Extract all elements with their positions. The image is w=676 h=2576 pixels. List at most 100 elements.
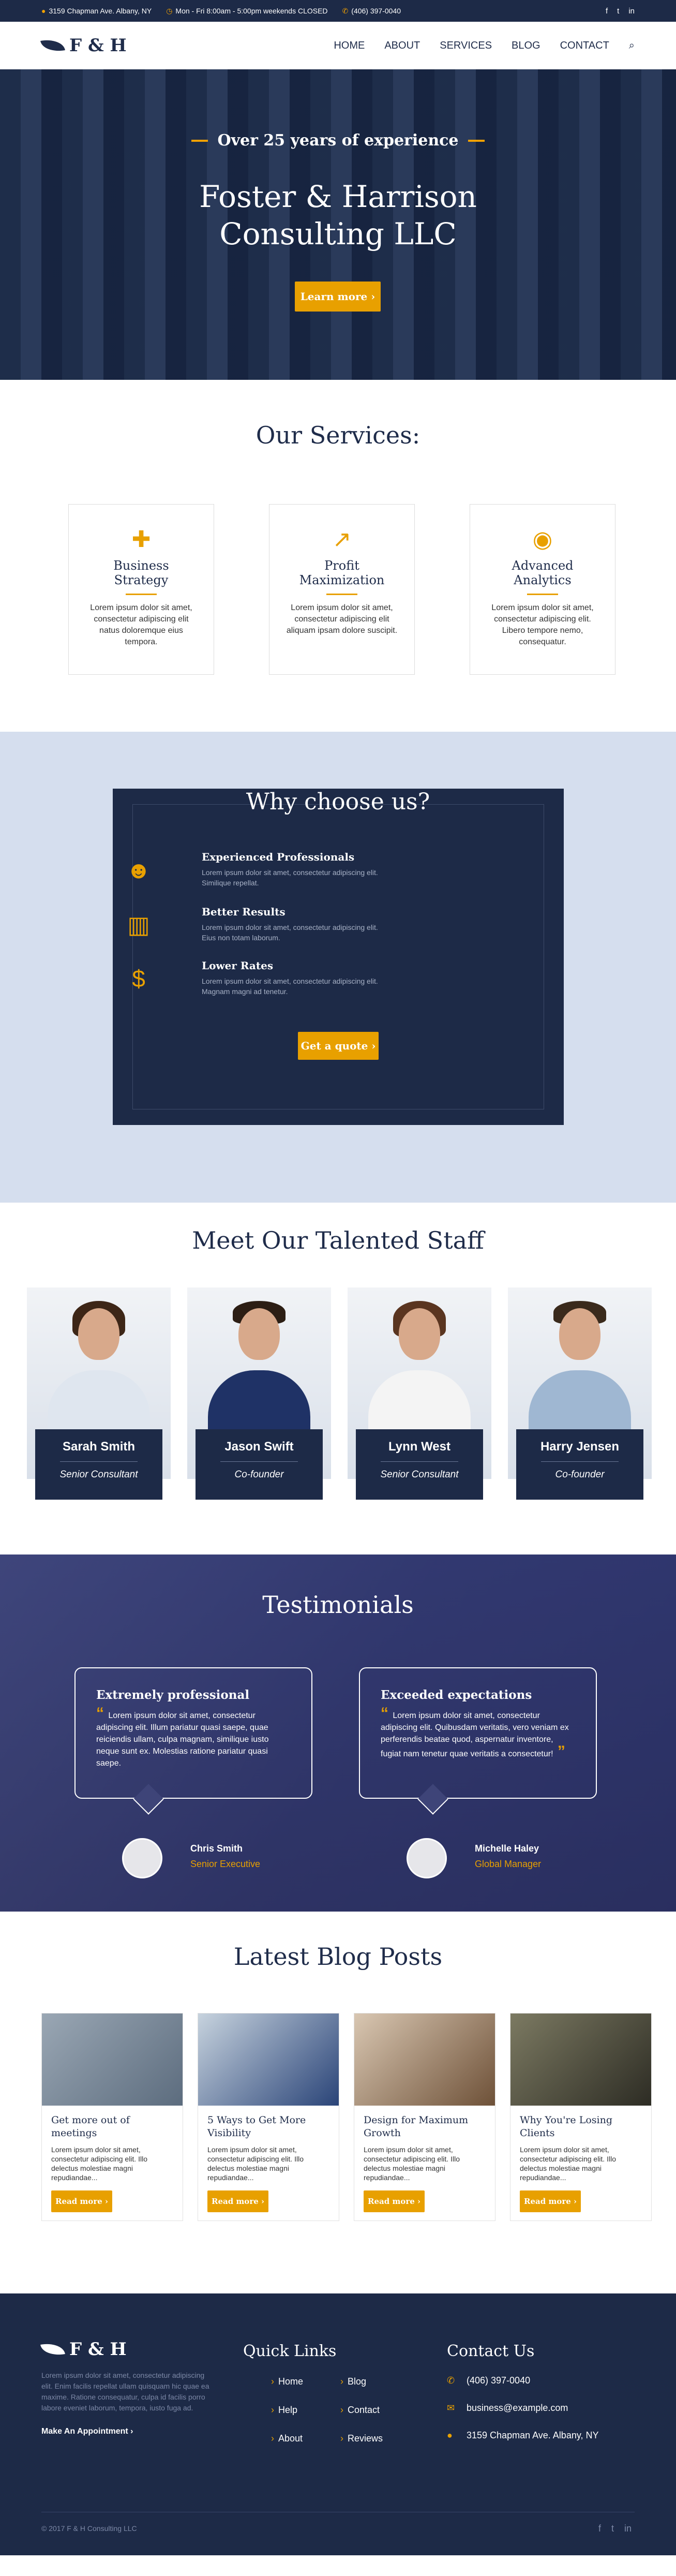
staff-card[interactable]: Harry Jensen Co-founder <box>508 1287 652 1500</box>
divider-line <box>527 594 558 595</box>
divider-line <box>126 594 157 595</box>
footer-address: ● 3159 Chapman Ave. Albany, NY <box>447 2430 599 2440</box>
testimonial-bubble: Exceeded expectations “ Lorem ipsum dolo… <box>359 1667 597 1815</box>
read-more-button[interactable]: Read more › <box>520 2190 581 2212</box>
staff-label: Harry Jensen Co-founder <box>516 1429 643 1500</box>
twitter-icon[interactable]: t <box>617 7 619 16</box>
read-more-button[interactable]: Read more › <box>364 2190 425 2212</box>
read-more-button[interactable]: Read more › <box>51 2190 112 2212</box>
staff-card[interactable]: Jason Swift Co-founder <box>187 1287 331 1500</box>
divider-line <box>381 1461 458 1462</box>
quote-icon: “ <box>381 1705 393 1722</box>
section-title: Why choose us? <box>246 789 430 815</box>
footer-link-contact[interactable]: › Contact <box>340 2405 413 2416</box>
users-icon: ☻ <box>126 856 152 883</box>
hero-title: Foster & Harrison Consulting LLC <box>199 179 477 251</box>
bubble-tail <box>417 1784 448 1815</box>
map-pin-icon: ● <box>41 7 46 15</box>
divider-line <box>326 594 357 595</box>
blog-image <box>198 2014 339 2106</box>
bar-chart-icon: ▥ <box>127 911 150 938</box>
hours-info: ◷ Mon - Fri 8:00am - 5:00pm weekends CLOS… <box>166 6 328 15</box>
blog-card[interactable]: Get more out of meetings Lorem ipsum dol… <box>41 2013 183 2221</box>
services-section: Our Services: ✚ Business Strategy Lorem i… <box>0 380 676 732</box>
staff-section: Meet Our Talented Staff Sarah Smith Seni… <box>0 1203 676 1555</box>
divider-line <box>191 139 208 142</box>
leaf-icon <box>40 37 65 54</box>
blog-card[interactable]: Why You're Losing Clients Lorem ipsum do… <box>510 2013 652 2221</box>
hero-tagline: Over 25 years of experience <box>0 131 676 150</box>
divider-line <box>468 139 485 142</box>
staff-card[interactable]: Sarah Smith Senior Consultant <box>27 1287 171 1500</box>
eye-icon: ◉ <box>532 527 553 552</box>
phone-icon: ✆ <box>447 2375 455 2386</box>
blog-image <box>42 2014 183 2106</box>
service-card[interactable]: ✚ Business Strategy Lorem ipsum dolor sit… <box>68 504 214 675</box>
bubble-tail <box>133 1784 164 1815</box>
twitter-icon[interactable]: t <box>611 2523 614 2534</box>
linkedin-icon[interactable]: in <box>624 2523 632 2534</box>
footer-link-reviews[interactable]: › Reviews <box>340 2433 413 2444</box>
make-appointment-link[interactable]: Make An Appointment › <box>41 2427 212 2436</box>
chevron-right-icon: › <box>340 2433 343 2444</box>
why-item: $ Lower Rates Lorem ipsum dolor sit amet… <box>123 959 413 1006</box>
logo[interactable]: F & H <box>40 35 127 56</box>
section-title: Testimonials <box>262 1591 414 1619</box>
footer-email[interactable]: ✉ business@example.com <box>447 2403 599 2414</box>
divider-line <box>220 1461 298 1462</box>
get-quote-button[interactable]: Get a quote › <box>298 1032 379 1060</box>
footer-logo[interactable]: F & H <box>40 2339 212 2360</box>
footer: F & H Lorem ipsum dolor sit amet, consec… <box>0 2293 676 2555</box>
service-card[interactable]: ↗ Profit Maximization Lorem ipsum dolor s… <box>269 504 415 675</box>
footer-phone[interactable]: ✆ (406) 397-0040 <box>447 2375 599 2386</box>
clock-icon: ◷ <box>166 6 173 15</box>
search-icon[interactable]: ⌕ <box>629 40 635 52</box>
footer-about: Lorem ipsum dolor sit amet, consectetur … <box>41 2371 209 2412</box>
quote-icon: “ <box>96 1705 109 1722</box>
contact-us-title: Contact Us <box>447 2342 535 2360</box>
envelope-icon: ✉ <box>447 2403 455 2413</box>
chart-line-icon: ↗ <box>332 527 352 552</box>
read-more-button[interactable]: Read more › <box>207 2190 268 2212</box>
why-choose-us-section: Why choose us? ☻ Experienced Professiona… <box>0 732 676 1203</box>
leaf-icon <box>40 2341 65 2358</box>
main-navbar: F & H HOME ABOUT SERVICES BLOG CONTACT ⌕ <box>0 22 676 69</box>
footer-link-about[interactable]: › About <box>271 2433 340 2444</box>
staff-card[interactable]: Lynn West Senior Consultant <box>348 1287 491 1500</box>
why-box <box>113 789 564 1125</box>
phone-info[interactable]: ✆ (406) 397-0040 <box>342 7 401 16</box>
linkedin-icon[interactable]: in <box>628 7 635 16</box>
why-item: ☻ Experienced Professionals Lorem ipsum … <box>123 851 413 897</box>
facebook-icon[interactable]: f <box>598 2523 601 2534</box>
blog-image <box>510 2014 651 2106</box>
footer-link-help[interactable]: › Help <box>271 2405 340 2416</box>
nav-home[interactable]: HOME <box>334 40 365 52</box>
chevron-right-icon: › <box>271 2433 274 2444</box>
nav-blog[interactable]: BLOG <box>512 40 540 52</box>
footer-link-blog[interactable]: › Blog <box>340 2376 413 2387</box>
testimonials-section: Testimonials Extremely professional “ Lo… <box>0 1555 676 1912</box>
nav-about[interactable]: ABOUT <box>384 40 420 52</box>
nav-services[interactable]: SERVICES <box>440 40 492 52</box>
why-item: ▥ Better Results Lorem ipsum dolor sit a… <box>123 906 413 952</box>
puzzle-icon: ✚ <box>131 527 151 552</box>
facebook-icon[interactable]: f <box>606 7 608 16</box>
staff-label: Jason Swift Co-founder <box>196 1429 323 1500</box>
contact-info: ✆ (406) 397-0040 ✉ business@example.com ● 3… <box>447 2375 599 2457</box>
avatar <box>122 1838 162 1878</box>
map-pin-icon: ● <box>447 2430 453 2440</box>
chevron-right-icon: › <box>271 2405 274 2415</box>
footer-link-home[interactable]: › Home <box>271 2376 340 2387</box>
blog-card[interactable]: Design for Maximum Growth Lorem ipsum do… <box>354 2013 495 2221</box>
blog-card[interactable]: 5 Ways to Get More Visibility Lorem ipsu… <box>198 2013 339 2221</box>
service-card[interactable]: ◉ Advanced Analytics Lorem ipsum dolor si… <box>470 504 615 675</box>
chevron-right-icon: › <box>271 2376 274 2387</box>
nav-contact[interactable]: CONTACT <box>560 40 609 52</box>
dollar-icon: $ <box>132 965 145 992</box>
avatar <box>407 1838 447 1878</box>
phone-icon: ✆ <box>342 6 349 15</box>
blog-section: Latest Blog Posts Get more out of meetin… <box>0 1912 676 2293</box>
divider-line <box>60 1461 138 1462</box>
chevron-right-icon: › <box>340 2405 343 2415</box>
learn-more-button[interactable]: Learn more › <box>295 282 381 312</box>
